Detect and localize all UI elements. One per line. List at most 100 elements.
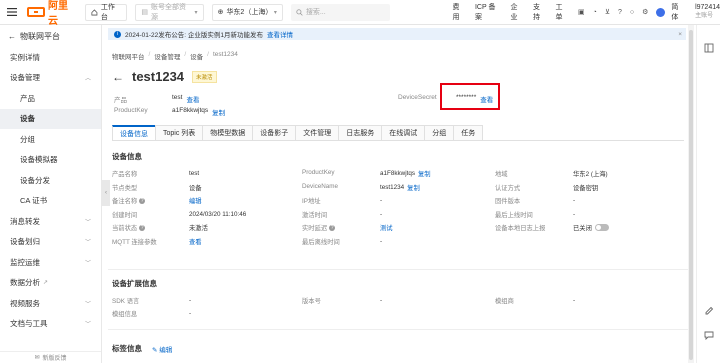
breadcrumb-iot[interactable]: 物联网平台 — [112, 51, 145, 61]
announcement-text: 2024-01-22发布公告: 企业版实例1月新功能发布 — [125, 32, 263, 39]
feedback-button[interactable]: ✉ 新版反馈 — [0, 351, 101, 363]
info-cell: 激活时间 - — [302, 210, 382, 219]
cart-icon[interactable]: ⊻ — [605, 8, 610, 16]
sidebar-item[interactable]: 数据分析 ↗ — [0, 273, 101, 294]
back-arrow-icon[interactable]: ← — [112, 70, 124, 84]
tab-item[interactable]: 分组 — [424, 125, 455, 140]
announcement-link[interactable]: 查看详情 — [267, 29, 293, 39]
info-value-wrap: test — [189, 169, 199, 178]
info-row: 当前状态? 未激活 实时延迟? 测试 设备本地日志上报 已关闭 — [112, 223, 684, 234]
search-input[interactable]: 搜索... — [290, 3, 391, 21]
info-value: - — [573, 210, 576, 218]
sidebar-item[interactable]: 设备分发 — [0, 170, 101, 191]
tab-item[interactable]: Topic 列表 — [155, 125, 204, 140]
info-value: 未激活 — [189, 225, 208, 233]
tab-item[interactable]: 设备信息 — [112, 125, 156, 140]
help-icon[interactable]: ? — [139, 197, 146, 204]
help-icon[interactable]: ? — [329, 224, 336, 231]
chevron-down-icon: ▾ — [273, 9, 277, 16]
info-value-wrap: - — [573, 296, 575, 305]
productkey-meta: ProductKey a1F8kkwjtqs 复制 — [114, 107, 225, 117]
collapse-icon[interactable] — [704, 43, 714, 53]
info-key: 版本号 — [302, 298, 321, 305]
info-value-wrap: - — [573, 196, 575, 205]
sidebar-item[interactable]: 消息转发 ﹀ — [0, 211, 101, 232]
sidebar-item-label: 设备分发 — [20, 175, 50, 185]
user-menu[interactable]: l972414 主账号 — [695, 4, 720, 20]
tab-item[interactable]: 日志服务 — [338, 125, 383, 140]
top-link-ticket[interactable]: 工单 — [556, 2, 570, 22]
tag-edit-button[interactable]: ✎ 编辑 — [152, 344, 172, 354]
edit-icon[interactable] — [704, 306, 714, 316]
breadcrumb-current: test1234 — [212, 51, 238, 58]
info-key: 设备本地日志上报 — [495, 225, 546, 233]
sidebar-item-label: 消息转发 — [10, 216, 40, 226]
bulb-icon[interactable]: ○ — [630, 9, 634, 16]
user-id: l972414 — [695, 4, 720, 11]
sidebar-item[interactable]: 设备模拟器 — [0, 150, 101, 171]
right-toolbar — [696, 25, 720, 363]
settings-icon[interactable]: ⚙ — [642, 8, 648, 16]
help-icon[interactable]: ? — [618, 9, 622, 16]
tab-item[interactable]: 任务 — [453, 125, 484, 140]
scrollbar-thumb[interactable] — [689, 30, 693, 360]
scrollbar[interactable] — [688, 25, 694, 363]
sidebar-item-label: 视频服务 — [10, 298, 40, 308]
notification-icon[interactable]: ◔ — [593, 9, 597, 16]
language-switch[interactable]: 简体 — [671, 2, 685, 22]
top-link-fees[interactable]: 费用 — [452, 2, 466, 22]
top-link-icp[interactable]: ICP 备案 — [475, 2, 502, 22]
top-link-support[interactable]: 支持 — [533, 2, 547, 22]
info-value-wrap: 已关闭 — [573, 223, 609, 232]
productkey-copy-link[interactable]: 复制 — [212, 107, 225, 117]
feedback-icon: ✉ — [34, 355, 40, 361]
info-action-link[interactable]: 复制 — [418, 169, 431, 178]
info-key: 当前状态? — [112, 224, 146, 233]
workbench-button[interactable]: 工作台 — [85, 3, 128, 21]
sidebar-item[interactable]: 分组 — [0, 129, 101, 150]
info-cell: 固件版本 - — [495, 196, 575, 205]
sidebar-item[interactable]: 视频服务 ﹀ — [0, 293, 101, 314]
top-link-enterprise[interactable]: 企业 — [511, 2, 525, 22]
ai-assistant-icon[interactable] — [656, 7, 666, 17]
tab-item[interactable]: 物模型数据 — [202, 125, 254, 140]
sidebar-item[interactable]: 设备管理 ︿ — [0, 68, 101, 89]
help-icon[interactable]: ? — [139, 224, 146, 231]
aliyun-logo[interactable]: 阿里云 — [27, 0, 77, 27]
info-key: 产品名称 — [112, 171, 138, 178]
info-cell: 实时延迟? 测试 — [302, 223, 393, 232]
sidebar-item[interactable]: 文档与工具 ﹀ — [0, 314, 101, 335]
info-action-link[interactable]: 测试 — [380, 223, 393, 232]
home-icon — [91, 8, 98, 15]
info-value-wrap: 编辑 — [189, 196, 202, 205]
globe-icon: ⊕ — [217, 9, 224, 16]
sidebar-item[interactable]: 设备划归 ﹀ — [0, 232, 101, 253]
tag-edit-label: 编辑 — [159, 346, 173, 354]
menu-button[interactable] — [0, 0, 24, 25]
tab-item[interactable]: 设备影子 — [252, 125, 297, 140]
sidebar-header[interactable]: ← 物联网平台 — [0, 25, 101, 47]
info-action-link[interactable]: 复制 — [407, 183, 420, 192]
sidebar-item[interactable]: 设备 — [0, 108, 101, 129]
sidebar-item[interactable]: 监控运维 ﹀ — [0, 252, 101, 273]
sidebar-item-label: 设备 — [20, 114, 35, 124]
log-report-toggle[interactable] — [594, 224, 609, 232]
tab-item[interactable]: 在线调试 — [381, 125, 426, 140]
breadcrumb-device-mgmt[interactable]: 设备管理 — [154, 51, 180, 61]
info-action-link[interactable]: 编辑 — [189, 196, 202, 205]
region-select[interactable]: ⊕ 华东2（上海） ▾ — [211, 3, 283, 21]
info-action-link[interactable]: 查看 — [189, 237, 202, 246]
tab-item[interactable]: 文件管理 — [295, 125, 340, 140]
sidebar-item[interactable]: CA 证书 — [0, 191, 101, 212]
close-icon[interactable]: × — [678, 31, 682, 38]
breadcrumb-device[interactable]: 设备 — [190, 51, 203, 61]
sidebar-item-label: 数据分析 — [10, 278, 40, 288]
highlight-box — [440, 83, 500, 110]
terminal-icon[interactable]: ▣ — [578, 8, 585, 16]
sidebar-item[interactable]: 实例详情 — [0, 47, 101, 68]
resource-group-select[interactable]: ▤ 账号全部资源 ▾ — [135, 3, 204, 21]
sidebar-item[interactable]: 产品 — [0, 88, 101, 109]
resource-group-label: 账号全部资源 — [150, 4, 186, 21]
product-view-link[interactable]: 查看 — [186, 94, 199, 104]
chat-icon[interactable] — [704, 330, 714, 341]
